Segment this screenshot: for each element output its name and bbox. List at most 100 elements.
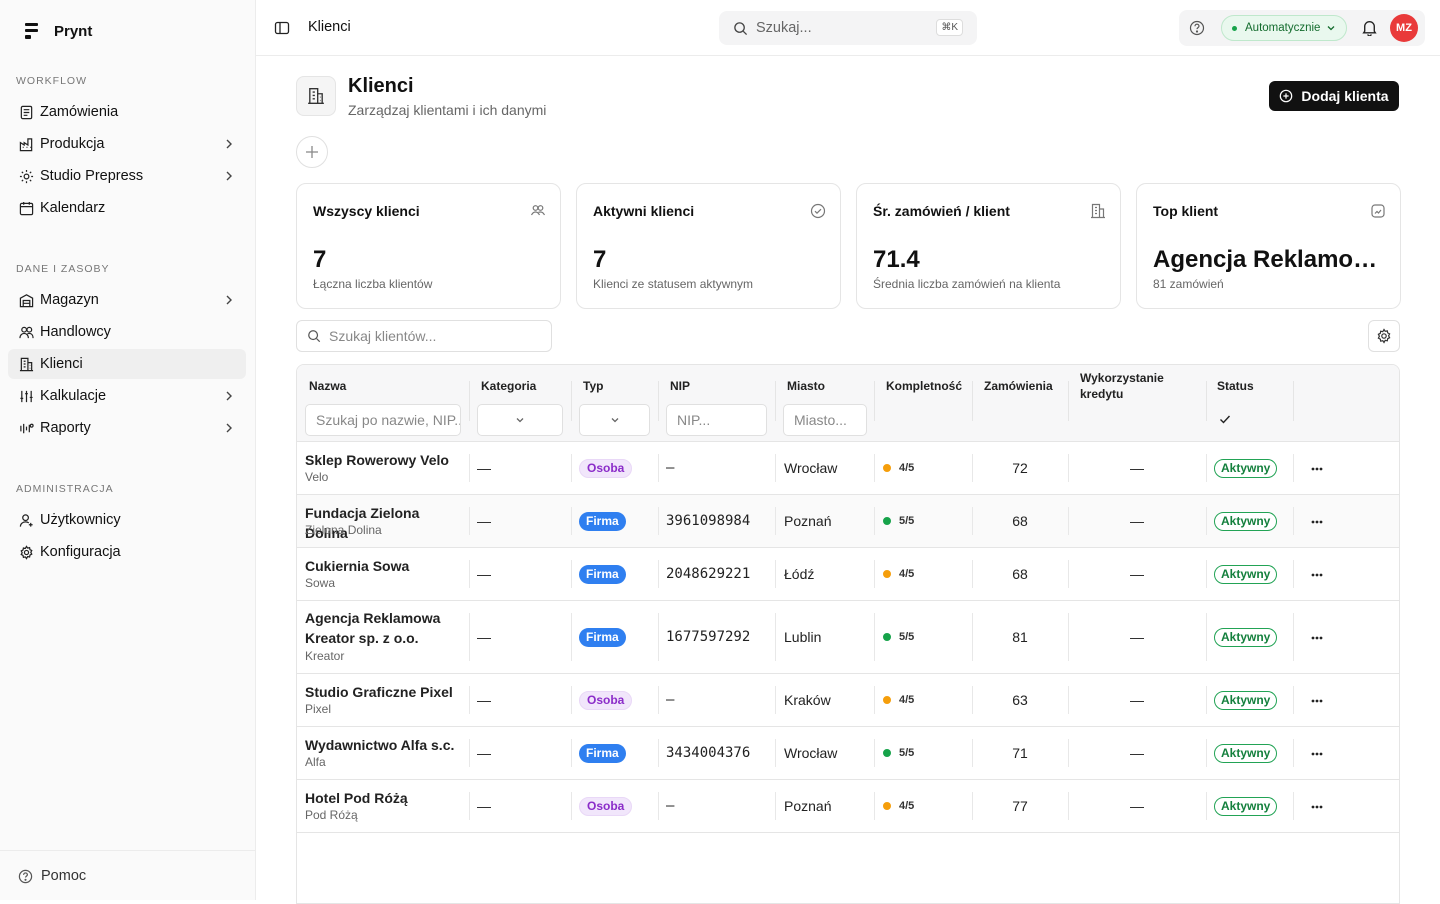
table-row[interactable]: Wydawnictwo Alfa s.c. Alfa — Firma 343400437… <box>297 727 1399 780</box>
type-filter-select[interactable] <box>579 404 650 436</box>
global-search[interactable]: Szukaj... ⌘K <box>719 11 977 45</box>
client-nip: 3961098984 <box>666 512 751 529</box>
sidebar-item-clients[interactable]: Klienci <box>8 349 246 379</box>
more-actions-icon[interactable] <box>1309 569 1325 581</box>
type-badge: Firma <box>579 564 626 584</box>
table-row[interactable]: Cukiernia Sowa Sowa — Firma 2048629221 Łódź 4/… <box>297 548 1399 601</box>
client-city: Poznań <box>784 512 832 529</box>
more-actions-icon[interactable] <box>1309 463 1325 475</box>
sidebar-item-label: Magazyn <box>40 292 99 308</box>
card-value: 7 <box>313 246 327 273</box>
client-short-name: Kreator <box>305 649 345 663</box>
orders-count: 68 <box>1012 565 1028 582</box>
client-name[interactable]: Hotel Pod Różą <box>305 788 463 808</box>
sidebar-item-studio-prepress[interactable]: Studio Prepress <box>8 161 246 191</box>
sidebar-item-calculations[interactable]: Kalkulacje <box>8 381 246 411</box>
name-filter-input[interactable]: Szukaj po nazwie, NIP... <box>305 404 461 436</box>
column-header-orders[interactable]: Zamówienia <box>984 378 1053 394</box>
completeness-dot <box>883 463 891 472</box>
cell-divider <box>1293 686 1294 714</box>
nip-filter-placeholder: NIP... <box>677 412 711 428</box>
card-subtitle: Średnia liczba zamówień na klienta <box>873 277 1061 291</box>
client-category: — <box>477 565 491 582</box>
column-header-credit[interactable]: Wykorzystanie kredytu <box>1080 370 1190 402</box>
more-actions-icon[interactable] <box>1309 632 1325 644</box>
client-name[interactable]: Wydawnictwo Alfa s.c. <box>305 735 463 755</box>
page-subtitle: Zarządzaj klientami i ich danymi <box>348 102 547 118</box>
status-badge: Aktywny <box>1214 796 1278 816</box>
sales-icon <box>18 324 34 340</box>
table-row[interactable]: Studio Graficzne Pixel Pixel — Osoba — Kraków… <box>297 674 1399 727</box>
credit-usage: — <box>1130 691 1144 708</box>
completeness-value: 4/5 <box>899 693 915 706</box>
brand[interactable]: Prynt <box>24 22 92 40</box>
cell-divider <box>469 739 470 767</box>
help-link[interactable]: Pomoc <box>8 861 86 891</box>
mode-selector[interactable]: Automatycznie <box>1221 15 1348 41</box>
column-header-name[interactable]: Nazwa <box>309 378 346 394</box>
completeness-value: 4/5 <box>899 799 915 812</box>
status-dot <box>1232 25 1237 31</box>
city-filter-input[interactable]: Miasto... <box>783 404 867 436</box>
cell-divider <box>571 686 572 714</box>
sidebar-item-production[interactable]: Produkcja <box>8 129 246 159</box>
more-actions-icon[interactable] <box>1309 516 1325 528</box>
column-header-city[interactable]: Miasto <box>787 378 825 394</box>
sidebar-item-label: Studio Prepress <box>40 168 144 184</box>
add-client-button[interactable]: Dodaj klienta <box>1269 81 1399 111</box>
sidebar-item-users[interactable]: Użytkownicy <box>8 505 246 535</box>
brand-name: Prynt <box>54 22 93 40</box>
cell-divider <box>775 686 776 714</box>
chevron-down-icon <box>1326 23 1336 33</box>
prynt-logo-icon <box>24 22 40 40</box>
sidebar-item-orders[interactable]: Zamówienia <box>8 97 246 127</box>
cell-divider <box>1206 560 1207 588</box>
sidebar-item-reports[interactable]: Raporty <box>8 413 246 443</box>
bell-icon[interactable] <box>1361 19 1378 36</box>
user-icon <box>18 512 34 528</box>
table-row[interactable]: Fundacja Zielona Dolina Zielona Dolina — Fi… <box>297 495 1399 548</box>
column-header-type[interactable]: Typ <box>583 378 603 394</box>
sidebar-item-sales[interactable]: Handlowcy <box>8 317 246 347</box>
cell-divider <box>658 507 659 535</box>
add-widget-button[interactable] <box>296 136 328 168</box>
column-header-nip[interactable]: NIP <box>670 378 690 394</box>
table-row[interactable]: Hotel Pod Różą Pod Różą — Osoba — Poznań 4/5 77… <box>297 780 1399 833</box>
credit-usage: — <box>1130 797 1144 814</box>
sidebar-item-label: Zamówienia <box>40 104 119 120</box>
help-circle-icon[interactable] <box>1189 20 1205 36</box>
table-settings-button[interactable] <box>1368 320 1400 352</box>
client-category: — <box>477 797 491 814</box>
more-actions-icon[interactable] <box>1309 695 1325 707</box>
section-label-data: DANE I ZASOBY <box>16 263 110 275</box>
cell-divider <box>874 686 875 714</box>
cell-divider <box>972 507 973 535</box>
cell-divider <box>1206 454 1207 482</box>
sidebar-item-configuration[interactable]: Konfiguracja <box>8 537 246 567</box>
client-name[interactable]: Sklep Rowerowy Velo <box>305 450 463 470</box>
table-row[interactable]: Agencja Reklamowa Kreator sp. z o.o. Krea… <box>297 601 1399 674</box>
client-name[interactable]: Agencja Reklamowa Kreator sp. z o.o. <box>305 608 463 648</box>
column-header-category[interactable]: Kategoria <box>481 378 536 394</box>
status-filter-check-icon[interactable] <box>1218 412 1232 426</box>
table-row[interactable]: Sklep Rowerowy Velo Velo — Osoba — Wrocław 4/5… <box>297 442 1399 495</box>
more-actions-icon[interactable] <box>1309 748 1325 760</box>
completeness-dot <box>883 748 891 757</box>
client-name[interactable]: Cukiernia Sowa <box>305 556 463 576</box>
column-header-status[interactable]: Status <box>1217 378 1254 394</box>
chart-box-icon <box>1370 203 1386 219</box>
sidebar-toggle-icon[interactable] <box>274 20 290 36</box>
orders-count: 81 <box>1012 628 1028 645</box>
cell-divider <box>469 560 470 588</box>
sidebar-item-label: Użytkownicy <box>40 512 121 528</box>
client-search-input[interactable]: Szukaj klientów... <box>296 320 552 352</box>
client-name[interactable]: Studio Graficzne Pixel <box>305 682 463 702</box>
sidebar-item-calendar[interactable]: Kalendarz <box>8 193 246 223</box>
more-actions-icon[interactable] <box>1309 801 1325 813</box>
top-right-group: Automatycznie MZ <box>1179 10 1425 46</box>
avatar[interactable]: MZ <box>1390 14 1418 42</box>
sidebar-item-warehouse[interactable]: Magazyn <box>8 285 246 315</box>
nip-filter-input[interactable]: NIP... <box>666 404 767 436</box>
column-header-completeness[interactable]: Kompletność <box>886 378 962 394</box>
category-filter-select[interactable] <box>477 404 563 436</box>
